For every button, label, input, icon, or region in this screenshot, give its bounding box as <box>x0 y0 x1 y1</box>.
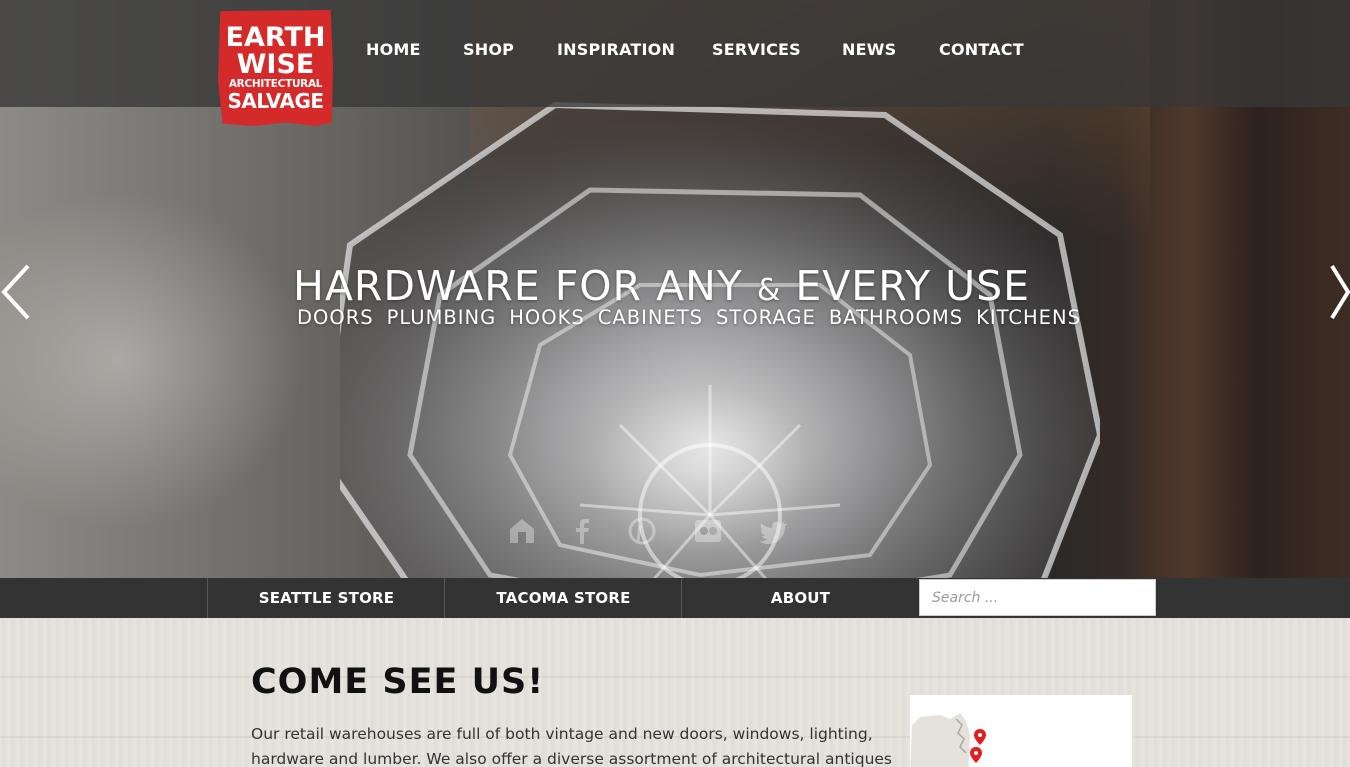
hero-subtitle-item: HOOKS <box>509 306 585 329</box>
slider-prev-button[interactable] <box>0 262 32 322</box>
nav-shop[interactable]: SHOP <box>463 40 514 59</box>
subnav-about[interactable]: ABOUT <box>681 578 919 618</box>
hero-title-part1: HARDWARE FOR ANY <box>293 262 757 310</box>
chevron-left-icon <box>1 264 30 320</box>
hero-title-amp: & <box>756 273 782 308</box>
nav-contact[interactable]: CONTACT <box>939 40 1024 59</box>
hero-title-part2: EVERY USE <box>781 262 1031 310</box>
map-pin-icon <box>974 729 986 745</box>
logo-line-4: SALVAGE <box>227 89 324 113</box>
nav-news[interactable]: NEWS <box>842 40 896 59</box>
nav-services[interactable]: SERVICES <box>712 40 801 59</box>
map-pin-icon <box>970 747 982 763</box>
hero-subtitle-item: STORAGE <box>716 306 816 329</box>
subnav-seattle-store[interactable]: SEATTLE STORE <box>207 578 445 618</box>
hero-title: HARDWARE FOR ANY & EVERY USE <box>293 262 1093 310</box>
hero-subtitle-item: DOORS <box>297 306 374 329</box>
twitter-icon[interactable] <box>757 516 789 548</box>
section-body: Our retail warehouses are full of both v… <box>251 725 893 767</box>
slider-next-button[interactable] <box>1330 262 1350 322</box>
hero-subtitle: DOORS PLUMBING HOOKS CABINETS STORAGE BATHROO… <box>297 306 1097 329</box>
nav-inspiration[interactable]: INSPIRATION <box>557 40 675 59</box>
content-section: COME SEE US! Our retail warehouses are f… <box>0 618 1350 767</box>
washington-map[interactable] <box>910 695 1132 767</box>
logo-line-2: WISE <box>236 49 315 80</box>
earthwise-logo[interactable]: EARTH WISE ARCHITECTURAL SALVAGE <box>218 10 333 126</box>
section-heading: COME SEE US! <box>251 662 545 702</box>
facebook-icon[interactable] <box>567 516 599 548</box>
flickr-icon[interactable] <box>693 516 725 548</box>
social-links <box>505 516 805 550</box>
hero-subtitle-item: CABINETS <box>597 306 704 329</box>
nav-home[interactable]: HOME <box>366 40 421 59</box>
logo-line-1: EARTH <box>225 22 326 53</box>
hero-subtitle-item: PLUMBING <box>386 306 497 329</box>
hero-subtitle-item: BATHROOMS <box>828 306 964 329</box>
chevron-right-icon <box>1330 264 1350 320</box>
hero-subtitle-item: KITCHENS <box>976 306 1081 329</box>
search-input[interactable] <box>919 579 1156 616</box>
crystal-doorknob-image <box>340 101 1100 578</box>
pinterest-icon[interactable] <box>627 516 659 548</box>
subnav-tacoma-store[interactable]: TACOMA STORE <box>444 578 682 618</box>
houzz-icon[interactable] <box>507 516 539 548</box>
washington-state-icon <box>910 713 986 767</box>
